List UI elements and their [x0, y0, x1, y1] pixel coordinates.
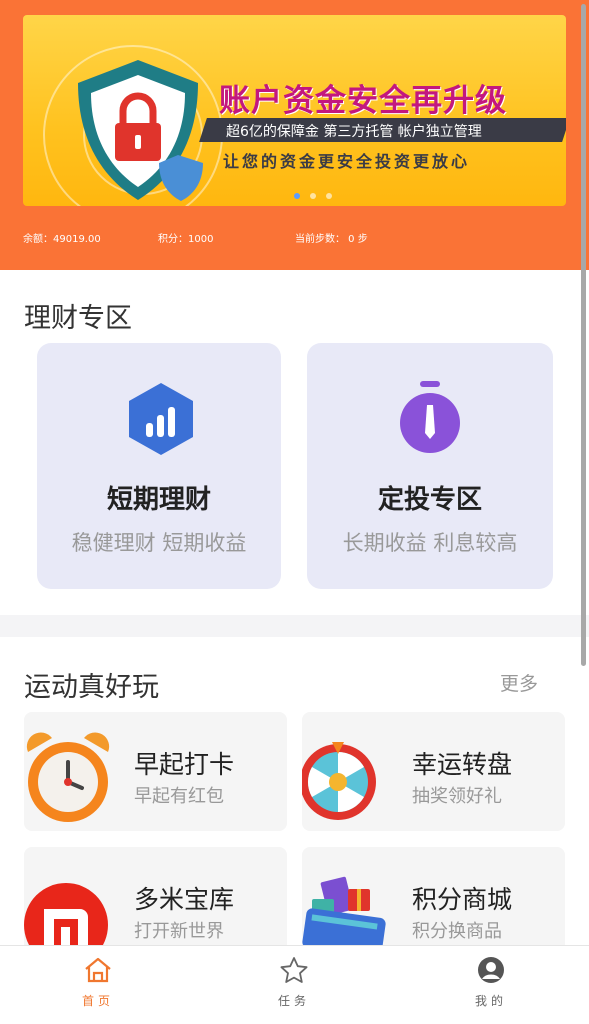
game-subtitle: 早起有红包 [134, 786, 224, 807]
security-shield-icon [78, 60, 203, 201]
carousel-dot[interactable] [326, 193, 332, 199]
more-link[interactable]: 更多 [500, 669, 538, 696]
points-label: 积分：1000 [158, 234, 214, 245]
home-icon [85, 957, 111, 983]
short-term-finance-card[interactable]: 短期理财 稳健理财 短期收益 [37, 343, 281, 589]
carousel-dot[interactable] [310, 193, 316, 199]
tab-label: 我的 [474, 994, 507, 1008]
finance-section: 理财专区 短期理财 稳健理财 短期收益 定投专区 长期收益 利息较高 [0, 270, 589, 615]
tab-profile[interactable]: 我的 [451, 956, 531, 1009]
carousel-dot[interactable] [294, 193, 300, 199]
stopwatch-icon [400, 381, 460, 453]
header: 账户资金安全再升级 超6亿的保障金 第三方托管 帐户独立管理 让您的资金更安全投… [0, 0, 589, 270]
home-page: 账户资金安全再升级 超6亿的保障金 第三方托管 帐户独立管理 让您的资金更安全投… [0, 0, 589, 1024]
tab-tasks[interactable]: 任务 [254, 956, 334, 1009]
tab-label: 任务 [277, 994, 310, 1008]
card-title: 定投专区 [377, 485, 482, 515]
game-title: 多米宝库 [134, 885, 235, 914]
user-icon [478, 957, 504, 983]
lucky-wheel-card[interactable]: 幸运转盘 抽奖领好礼 [302, 712, 565, 831]
game-title: 早起打卡 [134, 750, 235, 779]
sports-section: 运动真好玩 更多 早起打卡 早起有红包 幸运转盘 抽奖领好礼 多米宝库 打开新世… [0, 637, 589, 966]
banner-title: 账户资金安全再升级 [219, 83, 507, 119]
game-title: 幸运转盘 [412, 750, 513, 779]
game-subtitle: 积分换商品 [412, 921, 502, 942]
bar-chart-hexagon-icon [129, 383, 193, 455]
tab-label: 首页 [81, 994, 114, 1008]
alarm-clock-icon [26, 732, 110, 822]
game-subtitle: 打开新世界 [134, 921, 224, 942]
card-subtitle: 稳健理财 短期收益 [71, 531, 247, 555]
promo-banner[interactable]: 账户资金安全再升级 超6亿的保障金 第三方托管 帐户独立管理 让您的资金更安全投… [23, 15, 566, 206]
balance-label: 余额：49019.00 [23, 234, 101, 245]
fixed-investment-card[interactable]: 定投专区 长期收益 利息较高 [307, 343, 553, 589]
star-icon [280, 957, 308, 983]
lucky-wheel-icon [302, 742, 376, 820]
card-subtitle: 长期收益 利息较高 [342, 531, 518, 555]
scrollbar[interactable] [581, 4, 586, 666]
banner-subtitle: 超6亿的保障金 第三方托管 帐户独立管理 [226, 124, 482, 140]
steps-label: 当前步数： 0 步 [295, 234, 368, 245]
game-title: 积分商城 [412, 885, 513, 914]
bottom-tab-bar: 首页 任务 我的 [0, 945, 589, 1024]
early-checkin-card[interactable]: 早起打卡 早起有红包 [24, 712, 287, 831]
banner-tagline: 让您的资金更安全投资更放心 [223, 152, 471, 171]
carousel-dots [294, 193, 332, 199]
card-title: 短期理财 [106, 485, 211, 515]
sports-section-title: 运动真好玩 [24, 672, 159, 703]
finance-section-title: 理财专区 [24, 303, 132, 334]
game-subtitle: 抽奖领好礼 [412, 786, 502, 807]
tab-home[interactable]: 首页 [58, 956, 138, 1009]
